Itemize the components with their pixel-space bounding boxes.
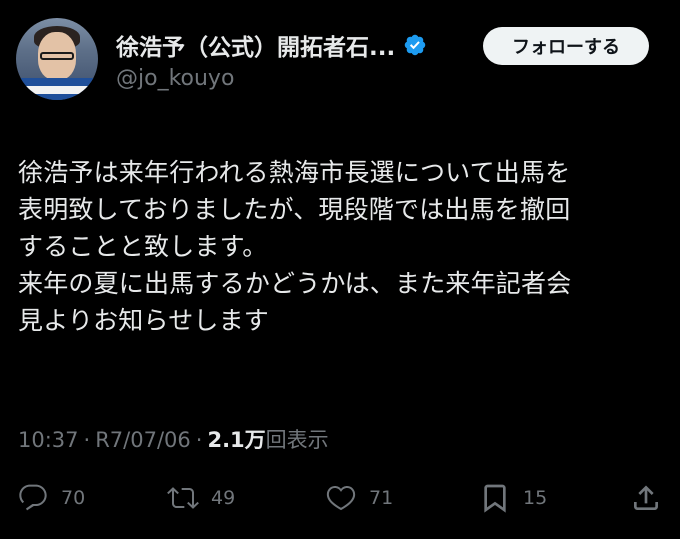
tweet-meta: 10:37 · R7/07/06 · 2.1万 回表示 [18, 424, 329, 454]
retweet-count: 49 [211, 487, 236, 509]
reply-button[interactable]: 70 [17, 476, 85, 520]
reply-icon [19, 484, 47, 511]
bookmark-button[interactable]: 15 [479, 476, 547, 520]
avatar[interactable] [16, 18, 98, 100]
tweet-time[interactable]: 10:37 [18, 428, 79, 452]
meta-separator: · [83, 428, 91, 452]
share-icon [634, 485, 658, 510]
tweet-date[interactable]: R7/07/06 [95, 428, 191, 452]
retweet-icon [167, 487, 199, 509]
author-name-row[interactable]: 徐浩予（公式）開拓者石... [116, 28, 427, 62]
meta-separator: · [195, 428, 203, 452]
verified-badge-icon [404, 34, 426, 56]
like-count: 71 [369, 487, 394, 509]
reply-count: 70 [61, 487, 86, 509]
tweet-text: 徐浩予は来年行われる熱海市長選について出馬を 表明致しておりましたが、現段階では… [18, 158, 572, 335]
action-bar: 70 49 71 15 [0, 476, 680, 520]
author-handle[interactable]: @jo_kouyo [116, 66, 234, 91]
follow-button[interactable]: フォローする [483, 27, 649, 65]
views-count: 2.1万 [207, 428, 266, 452]
author-display-name[interactable]: 徐浩予（公式）開拓者石... [116, 28, 395, 62]
tweet-card: 徐浩予（公式）開拓者石... @jo_kouyo フォローする 徐浩予は来年行わ… [0, 0, 680, 539]
avatar-tv-caption [22, 86, 92, 94]
share-button[interactable] [630, 476, 662, 520]
like-button[interactable]: 71 [325, 476, 393, 520]
views-label: 回表示 [265, 428, 329, 452]
avatar-glasses [40, 52, 74, 60]
bookmark-icon [484, 484, 506, 513]
bookmark-count: 15 [523, 487, 548, 509]
heart-icon [326, 485, 356, 511]
retweet-button[interactable]: 49 [167, 476, 235, 520]
